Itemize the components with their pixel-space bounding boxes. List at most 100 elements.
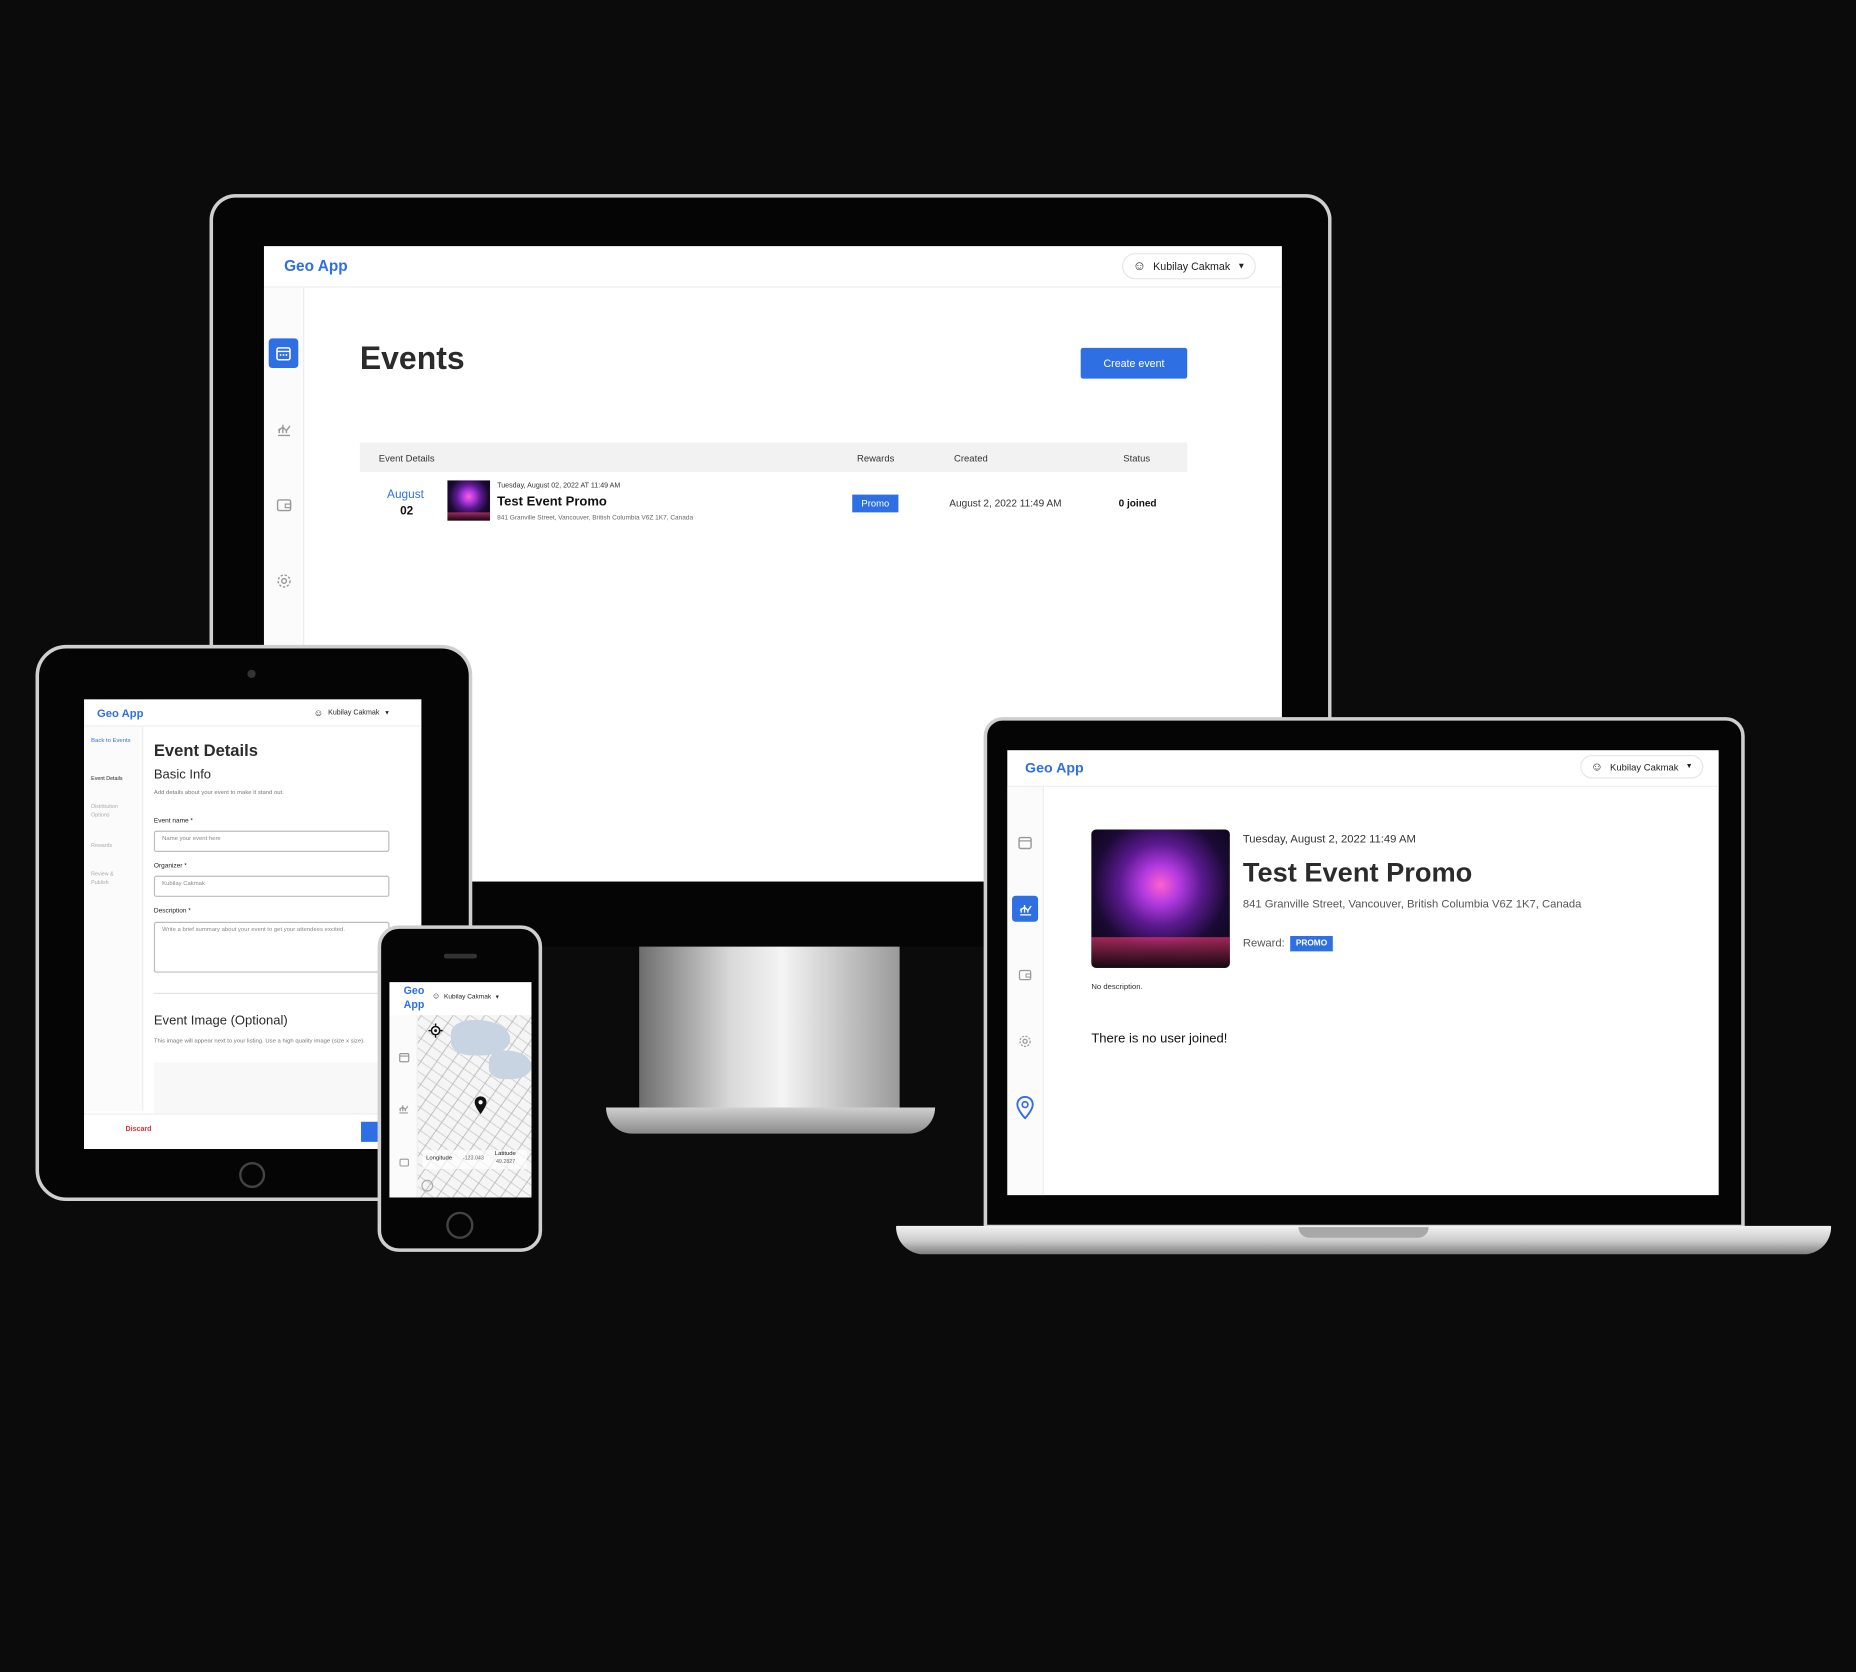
- map-pin-icon[interactable]: [473, 1096, 487, 1115]
- header-divider: [263, 286, 1282, 288]
- section-divider: [153, 992, 390, 994]
- table-row[interactable]: August 02 Tuesday, August 02, 2022 AT 11…: [360, 477, 1187, 534]
- reward-badge: Promo: [852, 494, 899, 513]
- reward-label: Reward:: [1242, 937, 1285, 951]
- nav-distribution-options[interactable]: Distribution Options: [91, 802, 134, 819]
- tablet-home-button[interactable]: [239, 1161, 266, 1189]
- form-help: Add details about your event to make it …: [153, 789, 284, 797]
- location-pin-icon[interactable]: [1012, 1092, 1038, 1123]
- wallet-icon[interactable]: [269, 490, 299, 520]
- image-section-title: Event Image (Optional): [153, 1014, 288, 1029]
- description-label: Description *: [153, 907, 191, 915]
- monitor-stand: [639, 944, 900, 1116]
- user-name: Kubilay Cakmak: [1153, 260, 1231, 273]
- phone-home-button[interactable]: [446, 1211, 474, 1239]
- table-header: Event Details Rewards Created Status: [359, 442, 1188, 473]
- header-created: Created: [954, 453, 988, 464]
- brand-logo[interactable]: Geo App: [1025, 760, 1084, 777]
- event-image: [1091, 829, 1230, 968]
- event-name-input[interactable]: Name your event here: [153, 830, 390, 852]
- create-event-button[interactable]: Create event: [1080, 347, 1188, 379]
- brand-logo[interactable]: Geo App: [97, 708, 143, 721]
- discard-button[interactable]: Discard: [125, 1126, 151, 1133]
- header-divider: [1007, 785, 1719, 787]
- phone-speaker: [443, 953, 478, 959]
- longitude-value: -123.043: [462, 1154, 484, 1161]
- page-title: Events: [359, 340, 465, 377]
- laptop-screen: Geo App ☺ Kubilay Cakmak ▼ Tuesday, Augu…: [1007, 750, 1719, 1196]
- laptop-notch: [1298, 1227, 1429, 1238]
- form-side-nav: Back to Events Event Details Distributio…: [84, 726, 144, 1112]
- avatar: ☺: [432, 992, 441, 1002]
- brand-logo-line1[interactable]: Geo: [404, 984, 425, 996]
- user-menu[interactable]: ☺ Kubilay Cakmak ▼: [307, 704, 396, 722]
- latitude-value: 49.2827: [495, 1158, 516, 1165]
- event-datetime: Tuesday, August 02, 2022 AT 11:49 AM: [497, 482, 621, 490]
- map-attribution-icon: [421, 1179, 434, 1192]
- sidebar: [1007, 786, 1044, 1196]
- calendar-icon[interactable]: [1012, 829, 1038, 855]
- image-section-help: This image will appear next to your list…: [153, 1037, 365, 1045]
- event-address: 841 Granville Street, Vancouver, British…: [497, 514, 694, 522]
- calendar-icon[interactable]: [268, 338, 299, 369]
- tablet-screen: Geo App ☺ Kubilay Cakmak ▼ Back to Event…: [84, 699, 422, 1149]
- event-description: No description.: [1091, 983, 1143, 992]
- event-name-label: Event name *: [153, 817, 193, 825]
- chevron-down-icon: ▼: [1685, 763, 1693, 771]
- analytics-icon[interactable]: [1012, 895, 1039, 922]
- nav-review-publish[interactable]: Review & Publish: [91, 870, 127, 887]
- monitor-foot: [606, 1107, 936, 1134]
- phone-screen: Geo App ☺ Kubilay Cakmak ▼ Longitude -12…: [389, 982, 532, 1198]
- event-name: Test Event Promo: [497, 494, 607, 509]
- wallet-icon[interactable]: [1012, 962, 1038, 988]
- analytics-icon[interactable]: [395, 1100, 412, 1117]
- joined-status: There is no user joined!: [1091, 1031, 1228, 1047]
- header-event-details: Event Details: [378, 453, 435, 464]
- tablet-camera: [247, 669, 256, 679]
- avatar: ☺: [1590, 760, 1603, 774]
- locate-me-icon[interactable]: [428, 1022, 443, 1038]
- status-text: 0 joined: [1118, 496, 1157, 509]
- brand-logo-line2[interactable]: App: [404, 999, 425, 1011]
- organizer-input[interactable]: Kubilay Cakmak: [153, 875, 390, 897]
- sidebar: [389, 1015, 418, 1198]
- avatar: ☺: [1132, 259, 1147, 274]
- form-title: Event Details: [153, 740, 258, 760]
- header-rewards: Rewards: [856, 453, 895, 464]
- brand-logo[interactable]: Geo App: [284, 257, 348, 275]
- user-menu[interactable]: ☺ Kubilay Cakmak ▼: [428, 989, 504, 1005]
- chevron-down-icon: ▼: [384, 709, 391, 717]
- avatar: ☺: [313, 707, 324, 719]
- user-name: Kubilay Cakmak: [444, 993, 492, 1001]
- event-address: 841 Granville Street, Vancouver, British…: [1242, 898, 1582, 912]
- gear-icon[interactable]: [269, 566, 299, 596]
- created-date: August 2, 2022 11:49 AM: [949, 496, 1062, 509]
- nav-rewards[interactable]: Rewards: [91, 843, 112, 849]
- back-to-events-link[interactable]: Back to Events: [91, 737, 134, 746]
- longitude-label: Longitude: [426, 1154, 453, 1162]
- header-status: Status: [1123, 453, 1151, 464]
- chevron-down-icon: ▼: [494, 993, 500, 1000]
- latitude-label: Latitude: [494, 1150, 516, 1158]
- water-area: [488, 1050, 532, 1080]
- event-name: Test Event Promo: [1242, 856, 1473, 888]
- user-name: Kubilay Cakmak: [1610, 761, 1679, 773]
- wallet-icon[interactable]: [395, 1154, 412, 1171]
- nav-event-details[interactable]: Event Details: [91, 775, 138, 781]
- reward-badge: PROMO: [1290, 935, 1333, 952]
- user-name: Kubilay Cakmak: [328, 709, 380, 717]
- organizer-label: Organizer *: [153, 862, 187, 870]
- analytics-icon[interactable]: [269, 414, 299, 444]
- event-day: 02: [400, 505, 414, 519]
- gear-icon[interactable]: [1012, 1028, 1038, 1054]
- chevron-down-icon: ▼: [1237, 262, 1246, 271]
- description-textarea[interactable]: Write a brief summary about your event t…: [153, 921, 390, 973]
- image-upload-area[interactable]: [153, 1062, 390, 1115]
- coordinates-panel: Longitude -123.043 Latitude 49.2827: [422, 1150, 527, 1170]
- form-subtitle: Basic Info: [153, 767, 212, 783]
- event-datetime: Tuesday, August 2, 2022 11:49 AM: [1242, 833, 1416, 847]
- calendar-icon[interactable]: [395, 1048, 412, 1065]
- user-menu[interactable]: ☺ Kubilay Cakmak ▼: [1580, 754, 1704, 779]
- event-thumbnail: [447, 480, 491, 521]
- user-menu[interactable]: ☺ Kubilay Cakmak ▼: [1122, 253, 1257, 280]
